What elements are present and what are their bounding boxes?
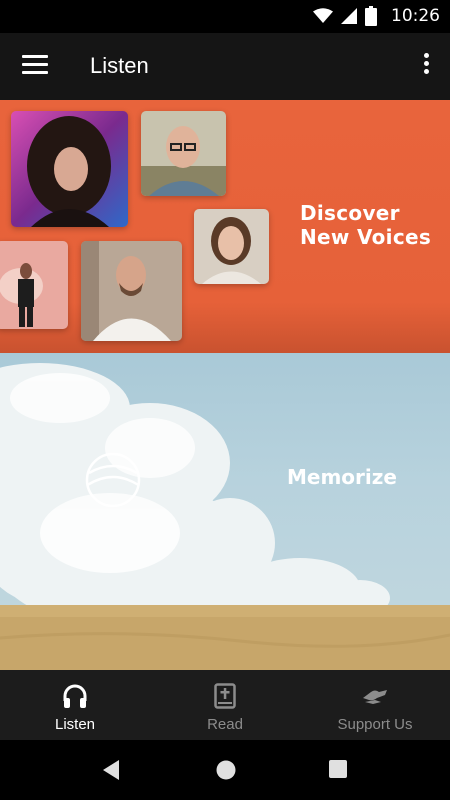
bottom-navigation: Listen Read Support Us <box>0 670 450 740</box>
app-bar: Listen <box>0 33 450 100</box>
nav-item-read[interactable]: Read <box>150 670 300 740</box>
memorize-card[interactable]: Memorize <box>0 353 450 670</box>
discover-title-line1: Discover <box>300 201 400 225</box>
hamburger-menu-icon[interactable] <box>22 55 48 77</box>
home-circle-icon[interactable] <box>215 759 237 781</box>
nav-label-support-us: Support Us <box>337 716 413 733</box>
page-title: Listen <box>90 53 149 78</box>
handshake-icon <box>363 690 387 704</box>
wifi-icon <box>313 8 333 23</box>
memorize-title: Memorize <box>287 465 397 489</box>
nav-item-support-us[interactable]: Support Us <box>300 670 450 740</box>
artist-photo-1 <box>11 111 128 227</box>
status-bar: 10:26 <box>0 0 450 33</box>
discover-title: Discover New Voices <box>300 201 431 249</box>
status-time: 10:26 <box>391 6 440 26</box>
artist-photo-3 <box>194 209 269 284</box>
discover-title-line2: New Voices <box>300 225 432 249</box>
discover-new-voices-card[interactable]: Discover New Voices <box>0 100 450 353</box>
headphones-icon <box>63 684 87 708</box>
sky-background <box>0 363 450 670</box>
bible-icon <box>214 683 236 709</box>
cell-signal-icon <box>341 8 357 24</box>
recents-square-icon[interactable] <box>328 759 348 779</box>
nav-label-listen: Listen <box>54 716 96 733</box>
battery-icon <box>365 6 377 26</box>
status-icons: 10:26 <box>313 6 440 26</box>
memorize-logo-icon <box>85 452 141 508</box>
artist-photo-5 <box>81 241 182 341</box>
system-navigation-bar <box>0 740 450 800</box>
artist-photo-2 <box>141 111 226 196</box>
nav-label-read: Read <box>207 716 243 733</box>
artist-photo-4 <box>0 241 68 329</box>
nav-item-listen[interactable]: Listen <box>0 670 150 740</box>
back-triangle-icon[interactable] <box>101 759 121 781</box>
more-vertical-icon[interactable] <box>420 53 432 81</box>
